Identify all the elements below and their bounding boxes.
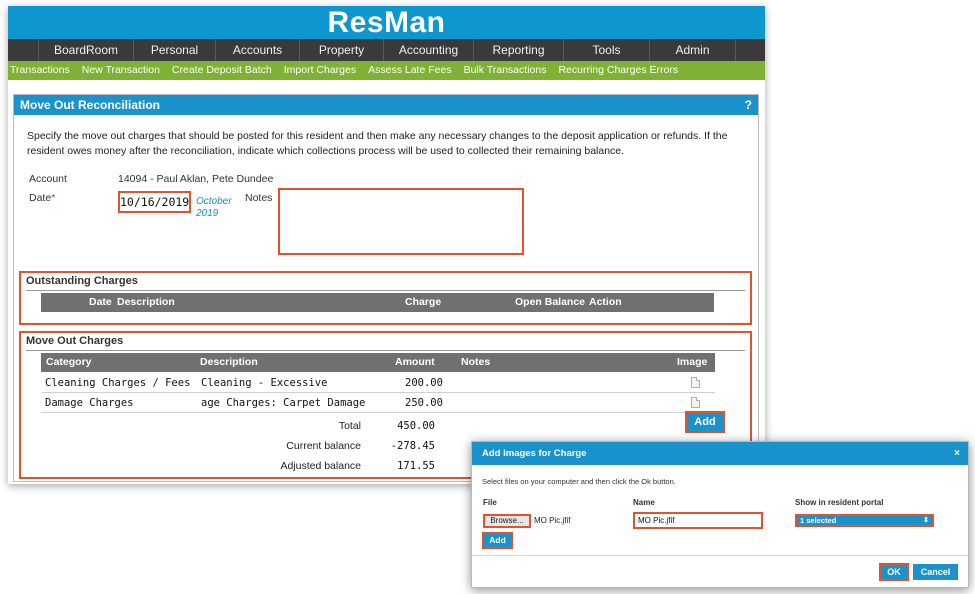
move-out-charges-title: Move Out Charges bbox=[26, 335, 124, 347]
date-label-text: Date bbox=[29, 192, 52, 204]
row-category: Cleaning Charges / Fees bbox=[45, 377, 191, 389]
nav-personal[interactable]: Personal bbox=[134, 39, 216, 61]
col-description: Description bbox=[117, 296, 175, 308]
brand-bar: ResMan bbox=[8, 6, 765, 39]
main-window: ResMan BoardRoom Personal Accounts Prope… bbox=[8, 6, 765, 484]
col-category: Category bbox=[46, 356, 92, 368]
dialog-add-button[interactable]: Add bbox=[482, 532, 513, 549]
row-amount: 200.00 bbox=[405, 377, 443, 389]
account-label: Account bbox=[29, 173, 67, 185]
intro-text: Specify the move out charges that should… bbox=[27, 130, 728, 157]
file-label: File bbox=[483, 498, 497, 507]
nav-accounts[interactable]: Accounts bbox=[216, 39, 300, 61]
add-images-dialog: Add Images for Charge × Select files on … bbox=[471, 441, 969, 588]
selected-file-name: MO Pic.jfif bbox=[534, 516, 571, 525]
table-row: Cleaning Charges / Fees Cleaning - Exces… bbox=[41, 373, 715, 393]
col-date: Date bbox=[89, 296, 112, 308]
col-image: Image bbox=[677, 356, 708, 368]
total-value: 450.00 bbox=[397, 420, 435, 432]
nav-accounting[interactable]: Accounting bbox=[384, 39, 474, 61]
nav-admin[interactable]: Admin bbox=[650, 39, 736, 61]
name-label: Name bbox=[633, 498, 655, 507]
ok-button[interactable]: OK bbox=[879, 563, 909, 581]
portal-select-value: 1 selected bbox=[800, 516, 837, 525]
total-label: Total bbox=[338, 420, 361, 432]
sub-nav: Transactions New Transaction Create Depo… bbox=[8, 61, 765, 80]
subnav-create-deposit-batch[interactable]: Create Deposit Batch bbox=[172, 61, 272, 80]
section-divider bbox=[26, 350, 745, 351]
required-marker: * bbox=[51, 192, 56, 204]
calendar-link[interactable]: October 2019 bbox=[196, 196, 238, 220]
date-label: Date* bbox=[29, 192, 55, 204]
panel-title: Move Out Reconciliation bbox=[20, 98, 161, 112]
subnav-bulk-transactions[interactable]: Bulk Transactions bbox=[464, 61, 547, 80]
dialog-title: Add Images for Charge bbox=[482, 448, 587, 459]
col-open-balance: Open Balance bbox=[515, 296, 586, 308]
notes-textarea[interactable] bbox=[278, 188, 524, 255]
dialog-header: Add Images for Charge × bbox=[472, 442, 968, 465]
table-row: Damage Charges age Charges: Carpet Damag… bbox=[41, 393, 715, 413]
subnav-new-transaction[interactable]: New Transaction bbox=[82, 61, 160, 80]
nav-property[interactable]: Property bbox=[300, 39, 384, 61]
current-balance-label: Current balance bbox=[286, 440, 361, 452]
date-input[interactable]: 10/16/2019 bbox=[118, 191, 191, 213]
dialog-instructions: Select files on your computer and then c… bbox=[482, 477, 676, 486]
panel-header: Move Out Reconciliation ? bbox=[14, 95, 758, 115]
cancel-button[interactable]: Cancel bbox=[913, 564, 958, 580]
adjusted-balance-value: 171.55 bbox=[397, 460, 435, 472]
top-nav: BoardRoom Personal Accounts Property Acc… bbox=[8, 39, 765, 61]
subnav-import-charges[interactable]: Import Charges bbox=[284, 61, 356, 80]
portal-label: Show in resident portal bbox=[795, 498, 884, 507]
outstanding-table-header: Date Description Charge Open Balance Act… bbox=[41, 293, 714, 312]
move-out-panel: Move Out Reconciliation ? Specify the mo… bbox=[13, 94, 759, 482]
notes-label: Notes bbox=[245, 192, 273, 204]
adjusted-balance-label: Adjusted balance bbox=[280, 460, 361, 472]
col-amount: Amount bbox=[395, 356, 435, 368]
col-action: Action bbox=[589, 296, 622, 308]
row-description: age Charges: Carpet Damage bbox=[201, 397, 366, 409]
portal-select[interactable]: 1 selected ⇕ bbox=[795, 514, 934, 527]
subnav-recurring-charges-errors[interactable]: Recurring Charges Errors bbox=[558, 61, 678, 80]
brand-logo: ResMan bbox=[327, 6, 446, 39]
subnav-transactions[interactable]: Transactions bbox=[10, 61, 70, 80]
outstanding-charges-title: Outstanding Charges bbox=[26, 275, 138, 287]
col-notes: Notes bbox=[461, 356, 491, 368]
subnav-assess-late-fees[interactable]: Assess Late Fees bbox=[368, 61, 451, 80]
dialog-divider bbox=[472, 555, 968, 556]
row-amount: 250.00 bbox=[405, 397, 443, 409]
move-out-table-header: Category Description Amount Notes Image bbox=[41, 353, 715, 372]
current-balance-value: -278.45 bbox=[390, 440, 435, 452]
name-input[interactable]: MO Pic.jfif bbox=[633, 512, 763, 529]
col-description: Description bbox=[200, 356, 258, 368]
close-icon[interactable]: × bbox=[954, 442, 960, 465]
file-icon[interactable] bbox=[691, 397, 700, 408]
browse-button[interactable]: Browse... bbox=[483, 514, 531, 528]
section-divider bbox=[26, 290, 745, 291]
col-charge: Charge bbox=[405, 296, 442, 308]
chevron-updown-icon: ⇕ bbox=[923, 517, 929, 524]
nav-boardroom[interactable]: BoardRoom bbox=[38, 39, 134, 61]
add-charge-button[interactable]: Add bbox=[685, 411, 725, 433]
outstanding-charges-section: Outstanding Charges Date Description Cha… bbox=[19, 271, 752, 325]
help-icon[interactable]: ? bbox=[745, 95, 752, 115]
file-icon[interactable] bbox=[691, 377, 700, 388]
row-description: Cleaning - Excessive bbox=[201, 377, 328, 389]
nav-tools[interactable]: Tools bbox=[564, 39, 650, 61]
row-category: Damage Charges bbox=[45, 397, 134, 409]
account-value: 14094 - Paul Aklan, Pete Dundee bbox=[118, 173, 274, 185]
nav-reporting[interactable]: Reporting bbox=[474, 39, 564, 61]
